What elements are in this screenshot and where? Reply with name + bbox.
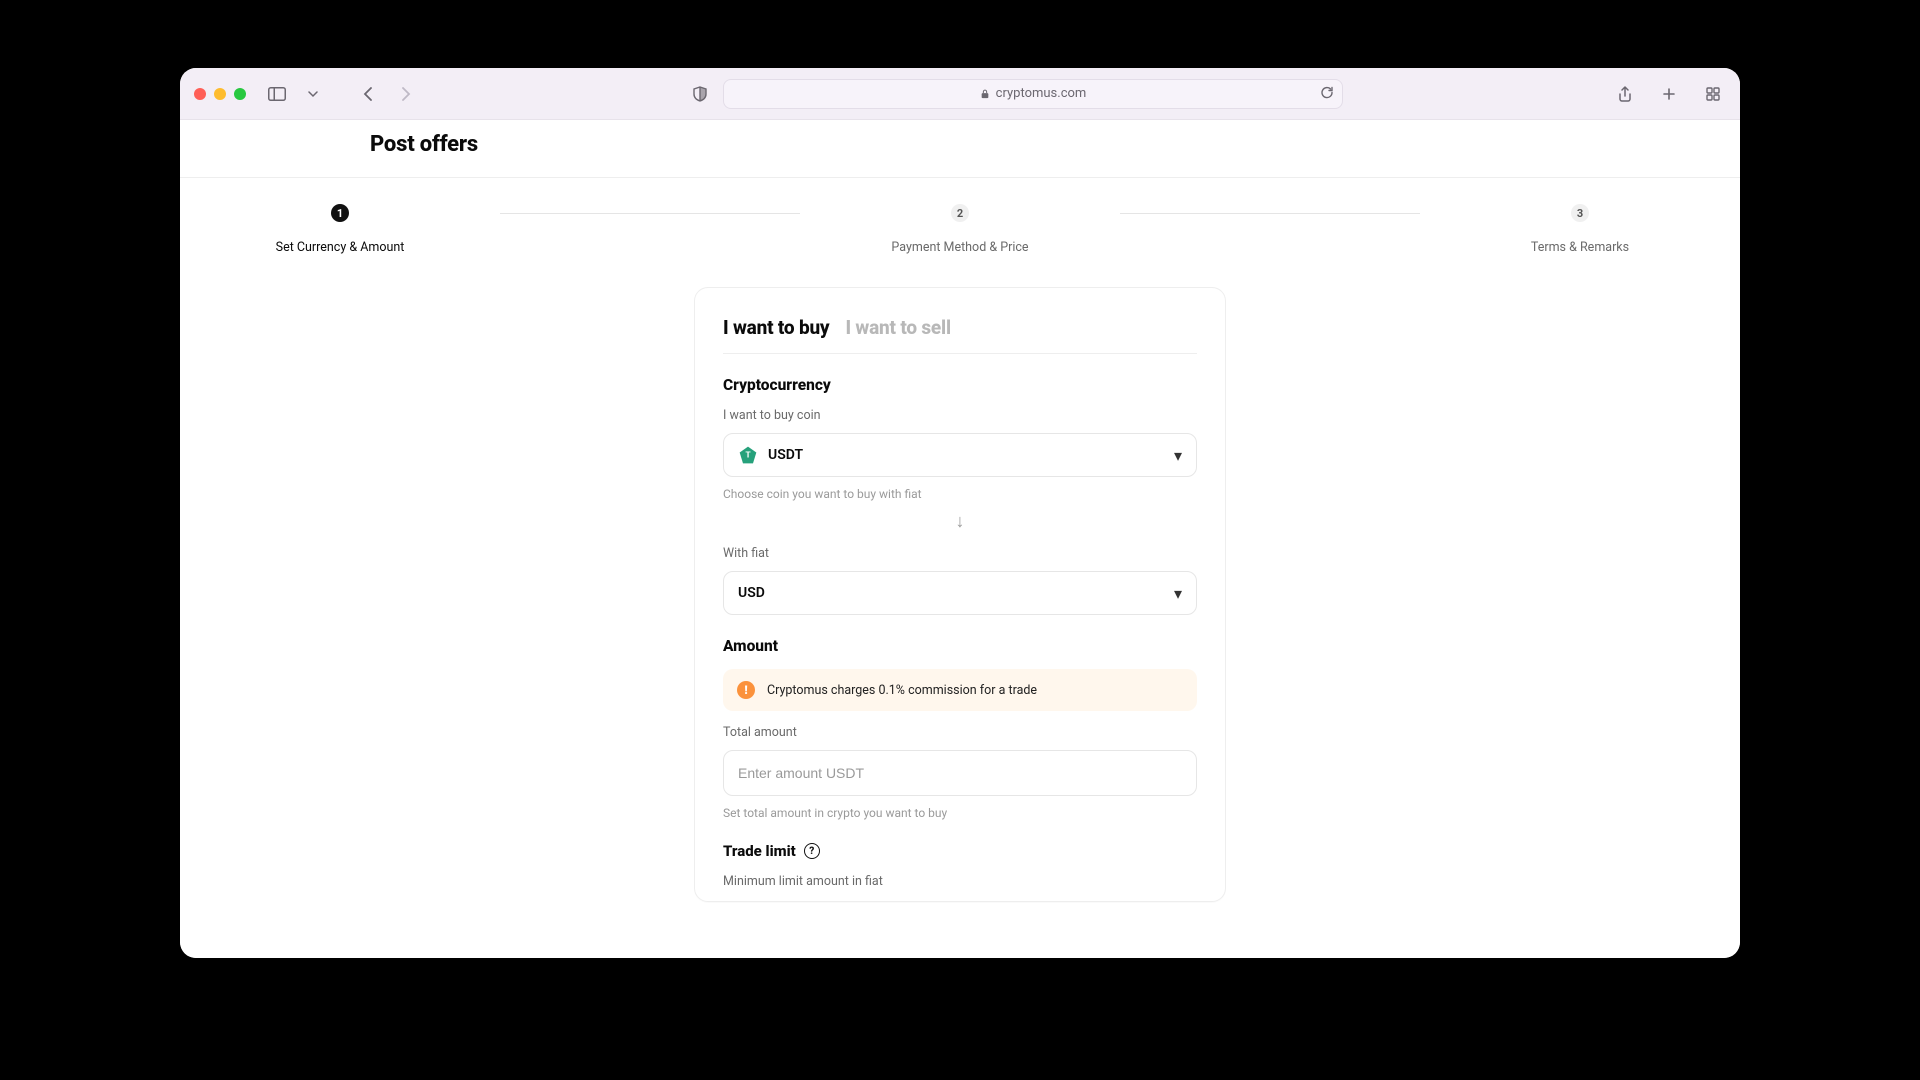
tab-overview-icon[interactable] (1700, 81, 1726, 107)
coin-select[interactable]: T USDT ▾ (723, 433, 1197, 477)
step-1-label: Set Currency & Amount (276, 240, 405, 255)
commission-text: Cryptomus charges 0.1% commission for a … (767, 683, 1037, 698)
total-amount-input[interactable] (738, 765, 1182, 781)
step-2-label: Payment Method & Price (891, 240, 1028, 255)
step-3[interactable]: 3 Terms & Remarks (1420, 204, 1740, 255)
sidebar-toggle-icon[interactable] (264, 81, 290, 107)
close-window-icon[interactable] (194, 88, 206, 100)
crypto-section-title: Cryptocurrency (723, 376, 1197, 394)
tab-sell[interactable]: I want to sell (845, 316, 950, 339)
fiat-label: With fiat (723, 546, 1197, 561)
svg-text:T: T (745, 450, 750, 460)
commission-notice: ! Cryptomus charges 0.1% commission for … (723, 669, 1197, 711)
buy-sell-tabs: I want to buy I want to sell (723, 316, 1197, 354)
tab-buy[interactable]: I want to buy (723, 316, 829, 339)
chevron-down-icon[interactable] (300, 81, 326, 107)
new-tab-icon[interactable] (1656, 81, 1682, 107)
coin-helper: Choose coin you want to buy with fiat (723, 487, 1197, 501)
warning-icon: ! (737, 681, 755, 699)
total-amount-input-wrap (723, 750, 1197, 796)
chevron-down-icon: ▾ (1174, 446, 1182, 465)
step-2[interactable]: 2 Payment Method & Price (800, 204, 1120, 255)
step-line (500, 213, 800, 214)
min-limit-label: Minimum limit amount in fiat (723, 874, 1197, 889)
offer-form-card: I want to buy I want to sell Cryptocurre… (694, 287, 1226, 902)
browser-window: cryptomus.com (180, 68, 1740, 958)
help-icon[interactable]: ? (804, 843, 820, 859)
page-content: Post offers 1 Set Currency & Amount 2 Pa… (180, 120, 1740, 958)
lock-icon (980, 89, 990, 99)
amount-section-title: Amount (723, 637, 1197, 655)
step-3-badge: 3 (1571, 204, 1589, 222)
address-host: cryptomus.com (996, 86, 1087, 101)
trade-limit-title: Trade limit (723, 842, 796, 860)
chevron-down-icon: ▾ (1174, 584, 1182, 603)
forward-icon[interactable] (392, 81, 418, 107)
back-icon[interactable] (356, 81, 382, 107)
total-amount-label: Total amount (723, 725, 1197, 740)
fiat-value: USD (738, 585, 765, 601)
page-title: Post offers (370, 132, 1550, 157)
coin-value: USDT (768, 447, 803, 463)
trade-limit-title-row: Trade limit ? (723, 842, 1197, 860)
arrow-down-icon: ↓ (723, 511, 1197, 532)
step-1[interactable]: 1 Set Currency & Amount (180, 204, 500, 255)
page-header: Post offers (180, 120, 1740, 178)
privacy-shield-icon[interactable] (687, 81, 713, 107)
browser-toolbar: cryptomus.com (180, 68, 1740, 120)
usdt-icon: T (738, 445, 758, 465)
step-2-badge: 2 (951, 204, 969, 222)
fiat-select[interactable]: USD ▾ (723, 571, 1197, 615)
address-bar[interactable]: cryptomus.com (723, 79, 1343, 109)
reload-icon[interactable] (1320, 84, 1334, 103)
zoom-window-icon[interactable] (234, 88, 246, 100)
step-1-badge: 1 (331, 204, 349, 222)
total-amount-helper: Set total amount in crypto you want to b… (723, 806, 1197, 820)
step-3-label: Terms & Remarks (1531, 240, 1629, 255)
share-icon[interactable] (1612, 81, 1638, 107)
stepper: 1 Set Currency & Amount 2 Payment Method… (180, 178, 1740, 265)
coin-label: I want to buy coin (723, 408, 1197, 423)
window-controls (194, 88, 246, 100)
step-line (1120, 213, 1420, 214)
minimize-window-icon[interactable] (214, 88, 226, 100)
